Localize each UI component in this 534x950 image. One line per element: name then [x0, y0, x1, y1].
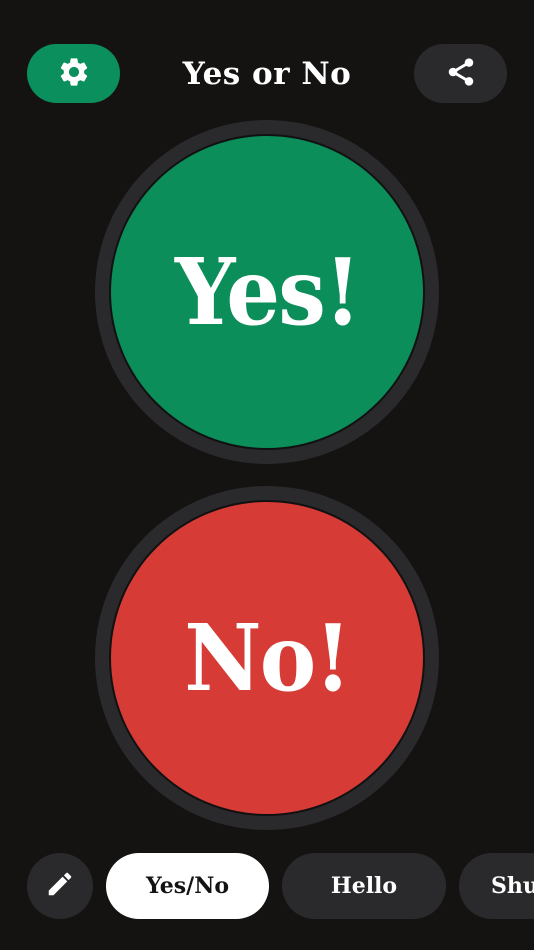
tab-label: Shu: [491, 873, 534, 899]
app-screen: Yes or No Yes! No! Yes/No Hello Shu: [0, 0, 534, 950]
settings-button[interactable]: [27, 44, 120, 103]
yes-button[interactable]: Yes!: [111, 136, 423, 448]
share-button[interactable]: [414, 44, 507, 103]
share-icon: [445, 56, 477, 92]
pencil-icon: [45, 869, 75, 903]
yes-button-label: Yes!: [174, 238, 361, 346]
yes-button-ring: Yes!: [95, 120, 439, 464]
no-button[interactable]: No!: [111, 502, 423, 814]
edit-button[interactable]: [27, 853, 93, 919]
header: Yes or No: [0, 0, 534, 140]
no-button-ring: No!: [95, 486, 439, 830]
tab-label: Yes/No: [146, 873, 229, 899]
mode-tab-bar: Yes/No Hello Shu: [0, 850, 534, 920]
no-button-label: No!: [184, 604, 351, 712]
tab-shu[interactable]: Shu: [459, 853, 534, 919]
tab-label: Hello: [330, 873, 398, 899]
gear-icon: [57, 55, 91, 93]
page-title: Yes or No: [182, 56, 352, 92]
tab-hello[interactable]: Hello: [282, 853, 446, 919]
tab-yes-no[interactable]: Yes/No: [106, 853, 269, 919]
